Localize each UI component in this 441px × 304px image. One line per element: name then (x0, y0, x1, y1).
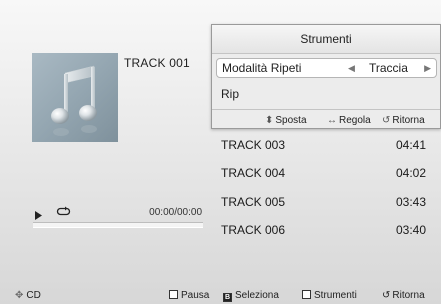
repeat-mode-label: Modalità Ripeti (222, 61, 302, 75)
track-duration: 03:40 (395, 223, 426, 237)
music-note-icon (51, 65, 97, 136)
track-row[interactable]: TRACK 003 04:41 (221, 135, 431, 155)
hint-move: ⬍ Sposta (265, 115, 307, 126)
track-title: TRACK 005 (221, 195, 286, 209)
hint-move-label: Sposta (275, 115, 307, 126)
track-duration: 04:02 (395, 166, 426, 180)
track-row[interactable]: TRACK 006 03:40 (221, 220, 431, 240)
hint-back: ↺ Ritorna (382, 115, 425, 126)
return-button[interactable]: ↺ Ritorna (382, 290, 425, 301)
pause-key-icon (169, 290, 178, 299)
bottom-bar: ✥ CD Pausa B Seleziona Strumenti ↺ Ritorna (0, 281, 441, 304)
pause-label: Pausa (181, 290, 210, 301)
rip-option[interactable]: Rip (221, 87, 239, 101)
album-art (32, 53, 118, 142)
select-key-icon: B (223, 293, 232, 302)
select-button[interactable]: B Seleziona (223, 290, 279, 302)
return-label: Ritorna (392, 290, 425, 301)
return-icon: ↺ (382, 115, 391, 126)
tools-button[interactable]: Strumenti (302, 290, 357, 301)
hint-adjust-label: Regola (339, 115, 371, 126)
track-title: TRACK 003 (221, 138, 286, 152)
tools-key-icon (302, 290, 311, 299)
repeat-mode-value: Traccia (369, 61, 408, 75)
track-title: TRACK 006 (221, 223, 286, 237)
tools-panel: Strumenti Modalità Ripeti ◀ Traccia ▶ Ri… (211, 24, 441, 129)
arrow-right-icon[interactable]: ▶ (424, 63, 431, 74)
tools-label: Strumenti (314, 290, 357, 301)
hint-adjust: ↔ Regola (327, 115, 371, 126)
arrow-left-icon[interactable]: ◀ (348, 63, 355, 74)
track-row[interactable]: TRACK 005 03:43 (221, 192, 431, 212)
select-label: Seleziona (235, 290, 279, 301)
track-duration: 03:43 (395, 195, 426, 209)
now-playing-title: TRACK 001 (124, 56, 190, 70)
pause-button[interactable]: Pausa (169, 290, 209, 301)
source-cd[interactable]: ✥ CD (15, 290, 41, 301)
tools-hint-bar: ⬍ Sposta ↔ Regola ↺ Ritorna (212, 109, 440, 130)
return-icon: ↺ (382, 290, 391, 301)
up-down-arrows-icon: ⬍ (265, 115, 274, 126)
cd-source-icon: ✥ (15, 290, 24, 301)
track-duration: 04:41 (395, 138, 426, 152)
track-row[interactable]: TRACK 004 04:02 (221, 163, 431, 183)
repeat-icon[interactable] (56, 204, 71, 222)
left-right-arrows-icon: ↔ (327, 115, 337, 126)
repeat-mode-option[interactable]: Modalità Ripeti ◀ Traccia ▶ (216, 58, 437, 78)
track-title: TRACK 004 (221, 166, 286, 180)
playback-time: 00:00/00:00 (149, 207, 202, 218)
tools-panel-title: Strumenti (212, 25, 440, 54)
progress-bar[interactable] (33, 222, 203, 228)
hint-back-label: Ritorna (392, 115, 425, 126)
source-label: CD (26, 290, 41, 301)
